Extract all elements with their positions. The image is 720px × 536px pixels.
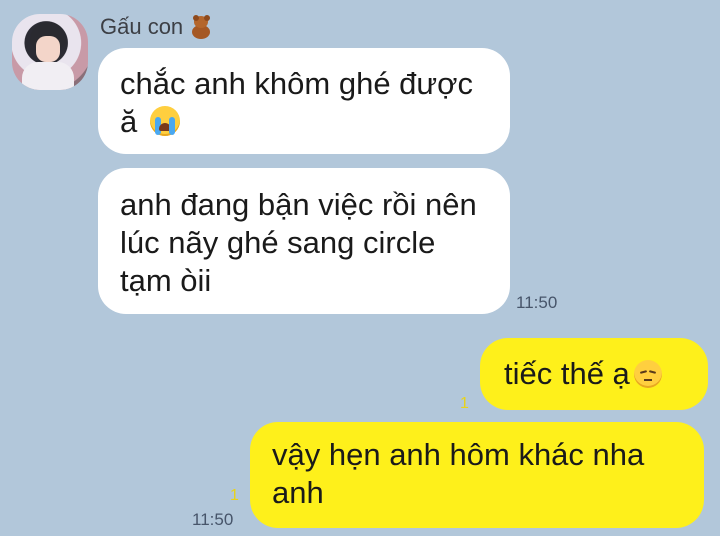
unread-count: 1 (230, 487, 239, 504)
message-bubble-incoming[interactable]: chắc anh khôm ghé được ă (98, 48, 510, 154)
loudly-crying-face-icon (149, 106, 180, 136)
message-timestamp: 11:50 (516, 293, 558, 312)
message-text: anh đang bận việc rồi nên lúc nãy ghé sa… (120, 187, 477, 298)
pensive-face-icon (633, 360, 662, 388)
message-text: vậy hẹn anh hôm khác nha anh (272, 437, 645, 510)
message-bubble-incoming[interactable]: anh đang bận việc rồi nên lúc nãy ghé sa… (98, 168, 510, 314)
message-bubble-outgoing[interactable]: tiếc thế ạ (480, 338, 708, 410)
unread-count: 1 (460, 395, 469, 412)
sender-name: Gấu con (100, 14, 213, 40)
message-timestamp: 11:50 (192, 510, 234, 529)
sender-name-label: Gấu con (100, 14, 184, 39)
teddy-bear-icon (189, 15, 213, 39)
message-text: tiếc thế ạ (504, 356, 630, 391)
sender-avatar[interactable] (12, 14, 88, 90)
message-bubble-outgoing[interactable]: vậy hẹn anh hôm khác nha anh (250, 422, 704, 528)
